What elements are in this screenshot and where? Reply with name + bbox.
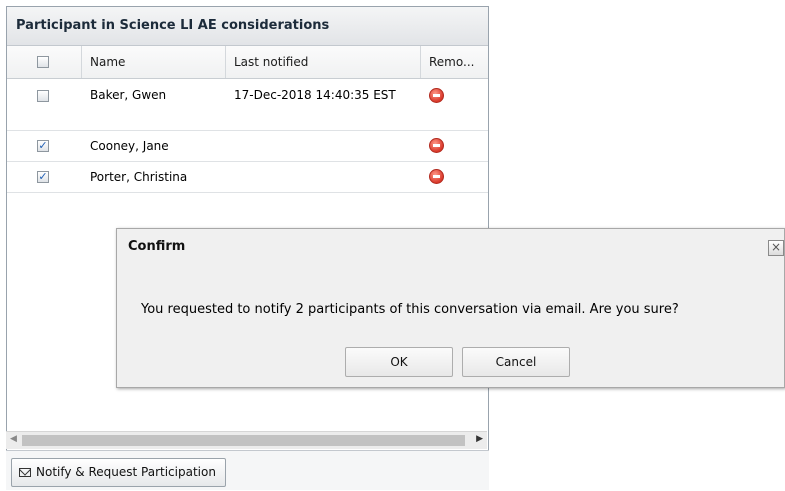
remove-circle-icon[interactable]: [429, 138, 444, 153]
table-row[interactable]: Baker, Gwen 17-Dec-2018 14:40:35 EST: [7, 79, 488, 131]
grid-header: Name Last notified Remo...: [7, 46, 488, 79]
row-checkbox[interactable]: ✓: [37, 140, 49, 152]
dialog-message: You requested to notify 2 participants o…: [141, 302, 679, 317]
scrollbar-thumb[interactable]: [22, 435, 465, 446]
close-icon[interactable]: ×: [768, 240, 784, 256]
notify-button-label: Notify & Request Participation: [36, 465, 216, 479]
scroll-left-arrow-icon[interactable]: ◀: [10, 434, 17, 444]
table-row[interactable]: ✓ Porter, Christina: [7, 162, 488, 193]
last-notified-value: [226, 162, 421, 192]
confirm-dialog: Confirm × You requested to notify 2 part…: [116, 228, 785, 388]
select-all-column: [7, 46, 82, 78]
panel-title: Participant in Science LI AE considerati…: [7, 7, 488, 46]
scroll-right-arrow-icon[interactable]: ▶: [476, 434, 483, 444]
participant-name: Porter, Christina: [90, 170, 188, 184]
select-all-checkbox[interactable]: [37, 56, 49, 68]
remove-circle-icon[interactable]: [429, 169, 444, 184]
row-checkbox[interactable]: ✓: [37, 171, 49, 183]
remove-circle-icon[interactable]: [429, 88, 444, 103]
dialog-title: Confirm: [128, 239, 186, 254]
participant-name: Baker, Gwen: [90, 88, 167, 102]
remove-column-header[interactable]: Remo...: [421, 46, 488, 78]
last-notified-column-header[interactable]: Last notified: [226, 46, 421, 78]
table-row[interactable]: ✓ Cooney, Jane: [7, 131, 488, 162]
notify-request-participation-button[interactable]: Notify & Request Participation: [11, 458, 226, 487]
mail-icon: [19, 468, 31, 477]
last-notified-value: [226, 131, 421, 161]
last-notified-value: 17-Dec-2018 14:40:35 EST: [234, 88, 396, 102]
panel-footer: Notify & Request Participation: [6, 450, 489, 490]
ok-button[interactable]: OK: [345, 347, 453, 377]
horizontal-scrollbar[interactable]: ◀ ▶: [6, 431, 487, 449]
name-column-header[interactable]: Name: [82, 46, 226, 78]
participant-name: Cooney, Jane: [90, 139, 169, 153]
row-checkbox[interactable]: [37, 90, 49, 102]
cancel-button[interactable]: Cancel: [462, 347, 570, 377]
